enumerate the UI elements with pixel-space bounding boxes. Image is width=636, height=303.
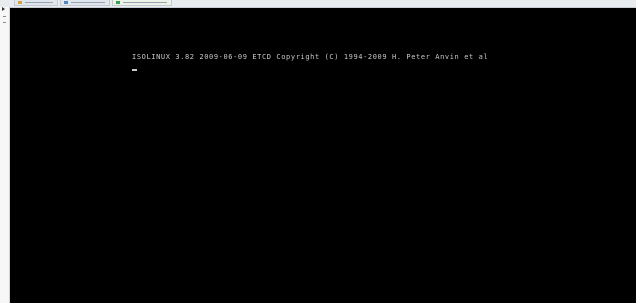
tab-label-blur xyxy=(123,2,167,3)
isolinux-boot-message: ISOLINUX 3.82 2009-06-09 ETCD Copyright … xyxy=(132,53,489,61)
vm-console-window: ISOLINUX 3.82 2009-06-09 ETCD Copyright … xyxy=(0,0,636,303)
gutter-tick xyxy=(3,16,6,17)
document-icon xyxy=(64,1,68,4)
host-tab-3[interactable] xyxy=(112,0,172,6)
vm-console-screen[interactable]: ISOLINUX 3.82 2009-06-09 ETCD Copyright … xyxy=(10,8,636,303)
host-tab-strip xyxy=(0,0,636,8)
gutter-tick xyxy=(3,22,6,23)
tab-label-blur xyxy=(25,2,53,3)
text-cursor xyxy=(132,69,137,71)
tab-label-blur xyxy=(71,2,105,3)
vm-icon xyxy=(116,1,120,4)
pointer-arrow-icon xyxy=(2,7,5,11)
host-tab-1[interactable] xyxy=(14,0,58,6)
host-tab-2[interactable] xyxy=(60,0,110,6)
folder-icon xyxy=(18,1,22,4)
host-left-gutter xyxy=(0,7,10,303)
